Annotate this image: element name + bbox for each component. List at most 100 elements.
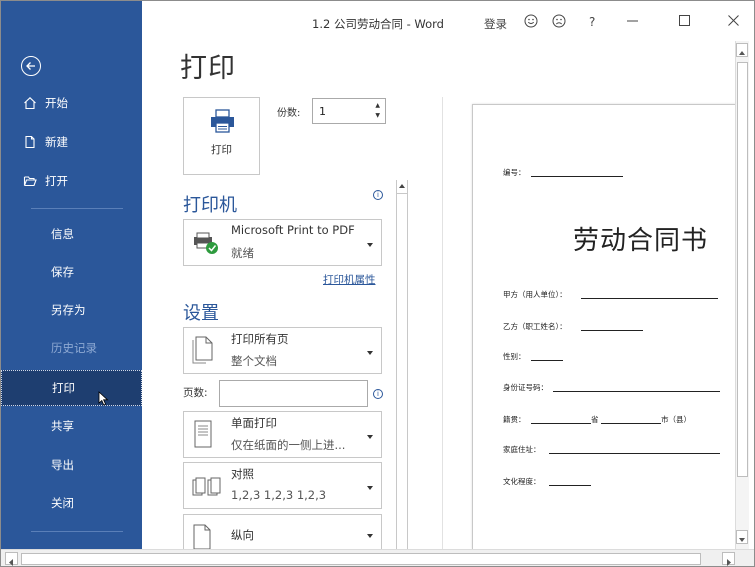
portrait-icon: [193, 524, 211, 550]
copies-label: 份数:: [277, 108, 301, 119]
field-home-address: 家庭住址：: [503, 445, 541, 454]
collate-value: 对照: [231, 467, 254, 481]
field-party-b: 乙方（职工姓名）：: [503, 322, 567, 331]
login-link[interactable]: 登录: [484, 16, 507, 32]
field-underline: [531, 176, 623, 177]
sidebar-item-label: 保存: [51, 265, 74, 279]
field-education: 文化程度：: [503, 477, 541, 486]
orientation-dropdown[interactable]: 纵向: [183, 514, 382, 554]
sidebar-item-label: 新建: [45, 135, 68, 149]
print-button-label: 打印: [211, 144, 232, 156]
orientation-value: 纵向: [231, 528, 254, 542]
pages-input[interactable]: [219, 380, 368, 407]
info-icon[interactable]: i: [373, 190, 383, 200]
sidebar-item-close[interactable]: 关闭: [1, 486, 142, 520]
collate-dropdown[interactable]: 对照 1,2,3 1,2,3 1,2,3: [183, 462, 382, 509]
sidebar-item-label: 信息: [51, 227, 74, 241]
copies-input[interactable]: 1 ▲ ▼: [312, 98, 386, 124]
printer-properties-link[interactable]: 打印机属性: [323, 272, 376, 287]
settings-scrollbar[interactable]: [396, 180, 408, 549]
printer-dropdown[interactable]: Microsoft Print to PDF 就绪: [183, 219, 382, 266]
new-document-icon: [25, 135, 35, 149]
sidebar-divider: [31, 531, 123, 532]
print-range-value: 打印所有页: [231, 332, 289, 346]
sides-desc: 仅在纸面的一侧上进...: [231, 438, 346, 452]
sides-dropdown[interactable]: 单面打印 仅在纸面的一侧上进...: [183, 411, 382, 458]
sidebar-item-label: 打印: [52, 381, 75, 395]
field-native-place: 籍贯：: [503, 415, 526, 424]
collated-icon: [192, 477, 221, 496]
open-folder-icon: [23, 176, 37, 187]
sidebar-item-history: 历史记录: [1, 331, 142, 365]
sidebar-item-label: 关闭: [51, 496, 74, 510]
settings-heading: 设置: [183, 303, 219, 324]
field-underline: [549, 453, 720, 454]
sidebar-item-share[interactable]: 共享: [1, 409, 142, 443]
close-icon[interactable]: [728, 15, 739, 26]
one-sided-icon: [194, 420, 212, 448]
field-city: 市（县）: [661, 415, 691, 424]
copies-value: 1: [319, 105, 326, 118]
sidebar-divider: [31, 208, 123, 209]
word-window: 开始 新建 打开 信息 保存 另存为 历史记录 打印 共享 导出 关闭 1.2 …: [0, 0, 755, 567]
field-underline: [553, 391, 720, 392]
sidebar-item-print[interactable]: 打印: [1, 370, 142, 406]
sidebar-item-label: 历史记录: [51, 341, 97, 355]
spin-down-icon[interactable]: ▼: [375, 112, 380, 119]
scroll-up-icon[interactable]: [736, 43, 748, 57]
scroll-down-icon[interactable]: [736, 530, 748, 544]
field-underline: [549, 485, 591, 486]
sidebar-item-save[interactable]: 保存: [1, 255, 142, 289]
sidebar-item-new[interactable]: 新建: [1, 125, 142, 159]
sidebar-item-export[interactable]: 导出: [1, 448, 142, 482]
backstage-sidebar: 开始 新建 打开 信息 保存 另存为 历史记录 打印 共享 导出 关闭: [1, 1, 142, 549]
sidebar-item-info[interactable]: 信息: [1, 217, 142, 251]
printer-name: Microsoft Print to PDF: [231, 223, 355, 237]
info-icon[interactable]: i: [373, 389, 383, 399]
scroll-thumb[interactable]: [737, 62, 748, 477]
horizontal-scrollbar[interactable]: [1, 549, 754, 566]
frown-face-icon[interactable]: [552, 14, 566, 28]
collate-desc: 1,2,3 1,2,3 1,2,3: [231, 488, 327, 502]
print-button[interactable]: 打印: [183, 97, 260, 175]
scroll-right-icon[interactable]: [722, 552, 735, 566]
preview-scrollbar[interactable]: [735, 41, 749, 549]
sidebar-item-home[interactable]: 开始: [1, 86, 142, 120]
sidebar-item-label: 开始: [45, 96, 68, 110]
field-province: 省: [591, 415, 599, 424]
scroll-left-icon[interactable]: [5, 552, 18, 566]
printer-icon: [211, 109, 234, 133]
sidebar-item-label: 另存为: [51, 303, 86, 317]
scroll-thumb[interactable]: [21, 553, 701, 565]
home-icon: [24, 97, 36, 110]
sidebar-item-save-as[interactable]: 另存为: [1, 293, 142, 327]
field-underline: [581, 330, 643, 331]
chevron-down-icon: [367, 485, 373, 490]
chevron-down-icon: [367, 534, 373, 538]
back-arrow-icon[interactable]: [21, 56, 41, 76]
field-underline: [581, 298, 718, 299]
maximize-icon[interactable]: [679, 15, 690, 26]
minimize-icon[interactable]: [627, 20, 639, 22]
field-id-number: 身份证号码：: [503, 383, 548, 392]
window-title: 1.2 公司劳动合同 - Word: [312, 17, 444, 31]
sidebar-item-label: 打开: [45, 174, 68, 188]
field-number: 编号：: [503, 168, 526, 177]
sidebar-item-open[interactable]: 打开: [1, 164, 142, 198]
print-range-desc: 整个文档: [231, 354, 277, 368]
chevron-down-icon: [367, 434, 373, 439]
scroll-up-icon[interactable]: [397, 180, 407, 194]
help-button[interactable]: ?: [589, 15, 595, 29]
title-bar: 1.2 公司劳动合同 - Word 登录 ?: [142, 1, 754, 41]
sidebar-item-label: 共享: [51, 419, 74, 433]
printer-status: 就绪: [231, 246, 254, 260]
field-party-a: 甲方（用人单位）：: [503, 290, 567, 299]
field-underline: [531, 423, 591, 424]
field-underline: [601, 423, 661, 424]
spin-up-icon[interactable]: ▲: [375, 102, 380, 109]
mouse-cursor-icon: [98, 391, 109, 406]
sidebar-item-label: 导出: [51, 458, 74, 472]
print-range-dropdown[interactable]: 打印所有页 整个文档: [183, 327, 382, 374]
chevron-down-icon: [367, 350, 373, 355]
smile-face-icon[interactable]: [524, 14, 538, 28]
